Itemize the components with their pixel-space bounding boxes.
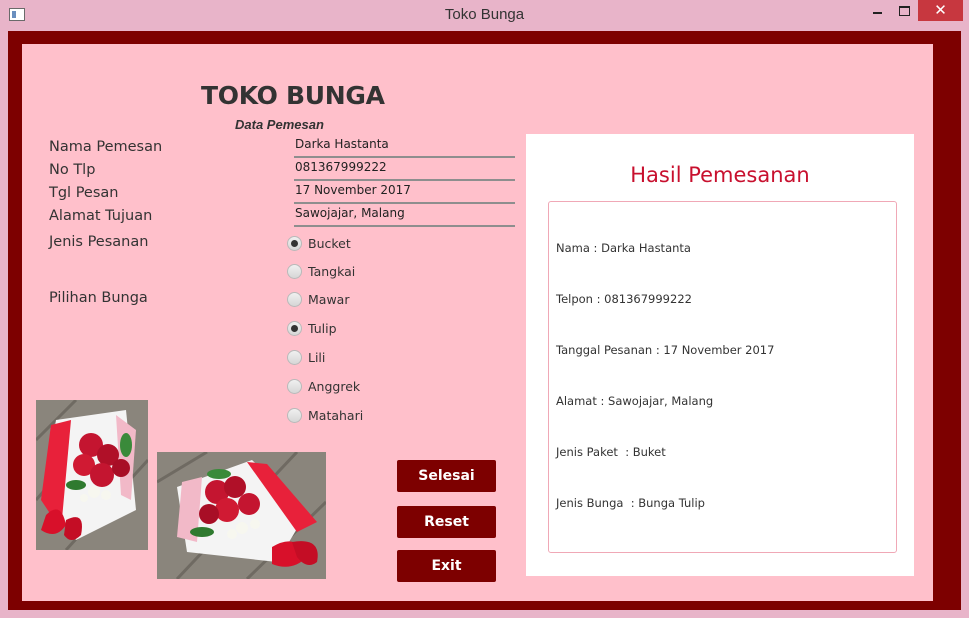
maximize-button[interactable] [891,0,918,21]
page-title: TOKO BUNGA [201,81,385,110]
result-line: Tanggal Pesanan : 17 November 2017 [556,343,775,357]
radio-anggrek[interactable]: Anggrek [287,377,360,395]
label-no-tlp: No Tlp [49,162,96,178]
result-title: Hasil Pemesanan [630,163,810,187]
radio-label: Tulip [308,320,337,336]
title-bar: Toko Bunga ✕ [0,0,969,31]
radio-dot [287,378,302,394]
exit-button[interactable]: Exit [397,550,496,582]
alamat-tujuan-field[interactable]: Sawojajar, Malang [294,204,515,227]
label-alamat-tujuan: Alamat Tujuan [49,208,153,224]
radio-dot [287,407,302,423]
result-textarea[interactable]: Nama : Darka Hastanta Telpon : 081367999… [548,201,897,553]
radio-dot [287,320,302,336]
result-line: Alamat : Sawojajar, Malang [556,394,714,408]
radio-label: Lili [308,349,326,365]
radio-label: Tangkai [308,263,356,279]
minimize-button[interactable] [864,0,891,21]
tgl-pesan-field[interactable]: 17 November 2017 [294,181,515,204]
window-title: Toko Bunga [444,6,525,23]
radio-label: Bucket [308,235,351,251]
label-jenis-pesanan: Jenis Pesanan [49,234,149,250]
radio-mawar[interactable]: Mawar [287,290,349,308]
radio-tangkai[interactable]: Tangkai [287,262,355,280]
radio-bucket[interactable]: Bucket [287,234,351,252]
radio-dot [287,263,302,279]
result-line: Nama : Darka Hastanta [556,241,691,255]
radio-dot [287,235,302,251]
radio-tulip[interactable]: Tulip [287,319,337,337]
close-button[interactable]: ✕ [918,0,963,21]
radio-dot [287,291,302,307]
radio-label: Mawar [308,291,350,307]
radio-label: Matahari [308,407,364,423]
label-nama-pemesan: Nama Pemesan [49,139,163,155]
radio-dot [287,349,302,365]
result-line: Jenis Bunga : Bunga Tulip [556,496,705,510]
result-line: Jenis Paket : Buket [556,445,666,459]
result-card: Hasil Pemesanan Nama : Darka Hastanta Te… [526,134,914,576]
bouquet-photo-2 [157,452,326,579]
selesai-button[interactable]: Selesai [397,460,496,492]
bouquet-photo-1 [36,400,148,550]
section-subtitle: Data Pemesan [235,117,324,132]
no-tlp-field[interactable]: 081367999222 [294,158,515,181]
label-pilihan-bunga: Pilihan Bunga [49,290,148,306]
radio-matahari[interactable]: Matahari [287,406,363,424]
radio-label: Anggrek [308,378,361,394]
result-line: Telpon : 081367999222 [556,292,692,306]
nama-pemesan-field[interactable]: Darka Hastanta [294,135,515,158]
label-tgl-pesan: Tgl Pesan [49,185,119,201]
radio-lili[interactable]: Lili [287,348,325,366]
reset-button[interactable]: Reset [397,506,496,538]
